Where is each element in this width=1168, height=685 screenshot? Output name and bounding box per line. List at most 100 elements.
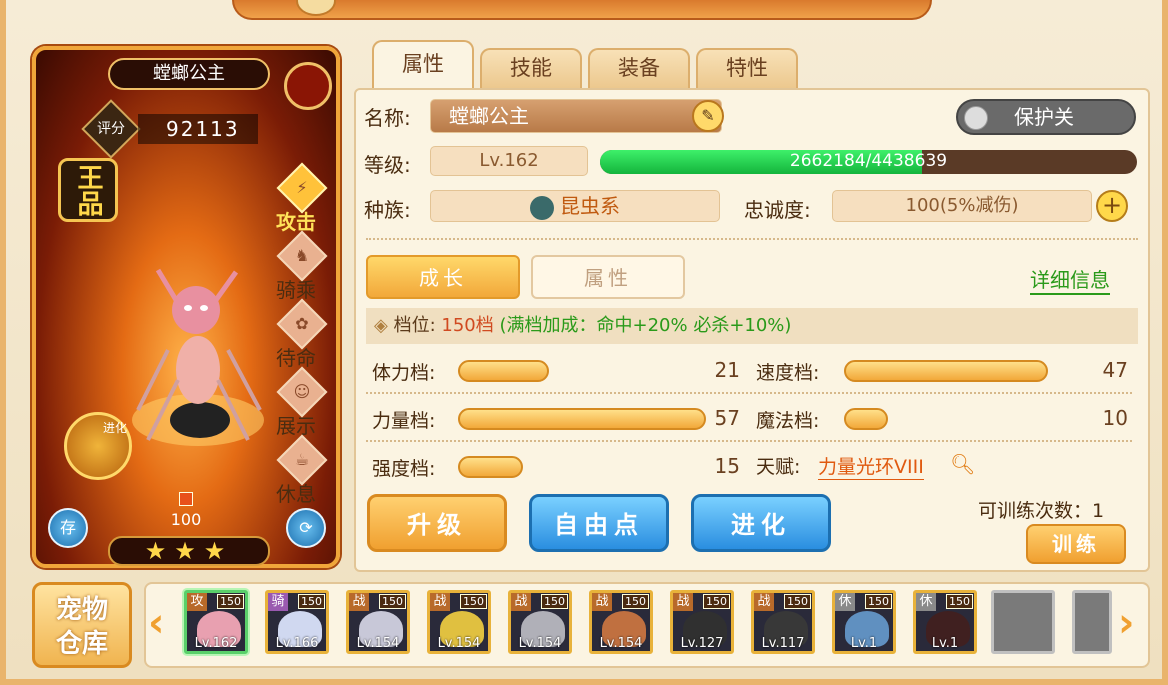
grade-line: ◈ 档位: 150档 (满档加成：命中+20% 必杀+10%)	[366, 308, 1138, 344]
pet-slot[interactable]: 骑 150 Lv.166	[265, 590, 329, 654]
evolve-button[interactable]: 进化	[691, 494, 831, 552]
pet-status-tag: 骑	[268, 593, 288, 611]
exp-text: 2662184/4438639	[789, 151, 948, 171]
tab-traits[interactable]: 特性	[696, 48, 798, 88]
pet-status-tag: 战	[349, 593, 369, 611]
free-points-button[interactable]: 自由点	[529, 494, 669, 552]
name-label: 名称:	[364, 106, 411, 130]
side-action-label: 展示	[276, 414, 316, 438]
side-action-display[interactable]: ☺ 展示	[276, 366, 328, 438]
stat-value: 47	[1102, 358, 1128, 382]
pet-grade-num: 150	[298, 594, 325, 609]
evolve-badge[interactable]: 进化	[64, 412, 132, 480]
grade-bonus: (满档加成：命中+20% 必杀+10%)	[499, 315, 792, 336]
exp-bar: 2662184/4438639	[600, 150, 1137, 174]
stat-label: 力量档:	[372, 410, 436, 432]
pet-status-tag: 休	[835, 593, 855, 611]
insect-icon	[530, 195, 554, 220]
side-action-label: 骑乘	[276, 278, 316, 302]
grade-prefix: 档位:	[393, 315, 436, 336]
pet-slot[interactable]: 攻 150 Lv.162	[184, 590, 248, 654]
upgrade-button[interactable]: 升级	[367, 494, 507, 552]
empty-slot[interactable]	[1072, 590, 1112, 654]
divider	[366, 238, 1138, 240]
pet-status-tag: 攻	[187, 593, 207, 611]
pet-grade-num: 150	[541, 594, 568, 609]
pet-slot[interactable]: 休 150 Lv.1	[832, 590, 896, 654]
stat-label: 速度档:	[756, 362, 820, 384]
swap-button[interactable]: ⟳	[286, 508, 326, 548]
pencil-icon: ✎	[701, 106, 715, 125]
pet-level: Lv.1	[850, 636, 878, 651]
side-action-standby[interactable]: ✿ 待命	[276, 298, 328, 370]
name-field[interactable]: 螳螂公主	[430, 99, 722, 133]
tab-skills[interactable]: 技能	[480, 48, 582, 88]
empty-slot[interactable]	[991, 590, 1055, 654]
pet-slot[interactable]: 战 150 Lv.154	[589, 590, 653, 654]
score-label: 评分	[97, 121, 125, 137]
pet-grade-num: 150	[622, 594, 649, 609]
loyalty-field: 100(5%减伤)	[832, 190, 1092, 222]
pet-grade-num: 150	[703, 594, 730, 609]
stat-bar	[458, 456, 523, 478]
stat-bar	[458, 408, 706, 430]
top-gem-icon	[296, 0, 336, 16]
subtab-attr[interactable]: 属性	[531, 255, 685, 299]
side-action-ride[interactable]: ♞ 骑乘	[276, 230, 328, 302]
stat-bar	[458, 360, 549, 382]
stat-label: 体力档:	[372, 362, 436, 384]
pet-card: 螳螂公主 评分 92113 王品 ⚡ 攻击 ♞ 骑乘 ✿ 待命 ☺ 展示 ☕ 休息 进化 100 …	[32, 46, 340, 568]
pet-level: Lv.162	[194, 636, 238, 651]
protect-toggle[interactable]: 保护关	[956, 99, 1136, 135]
level-label: 等级:	[364, 153, 411, 177]
side-action-attack[interactable]: ⚡ 攻击	[276, 162, 328, 234]
star-icon: ★	[174, 537, 204, 565]
store-label: 存	[59, 518, 76, 537]
pet-slot[interactable]: 战 150 Lv.127	[670, 590, 734, 654]
detail-info-link[interactable]: 详细信息	[1030, 264, 1110, 295]
pet-status-tag: 休	[916, 593, 936, 611]
pet-slot[interactable]: 战 150 Lv.154	[346, 590, 410, 654]
pet-slot[interactable]: 战 150 Lv.154	[508, 590, 572, 654]
grade-badge: 王品	[58, 158, 118, 222]
pet-level: Lv.154	[599, 636, 643, 651]
pet-status-tag: 战	[592, 593, 612, 611]
race-value: 昆虫系	[560, 194, 620, 218]
loyalty-plus-button[interactable]: +	[1096, 190, 1128, 222]
pet-grade-num: 150	[865, 594, 892, 609]
pet-grade-num: 150	[460, 594, 487, 609]
pet-slot[interactable]: 战 150 Lv.117	[751, 590, 815, 654]
grade-diamond-icon: ◈	[374, 315, 388, 336]
storage-label-1: 宠物	[55, 595, 108, 625]
tab-equipment[interactable]: 装备	[588, 48, 690, 88]
talent-value[interactable]: 力量光环VIII	[818, 452, 924, 480]
magnifier-icon[interactable]: 🔍︎	[950, 452, 975, 476]
train-button[interactable]: 训练	[1026, 524, 1126, 564]
level-value: Lv.162	[430, 146, 588, 176]
rename-button[interactable]: ✎	[692, 100, 724, 132]
side-action-rest[interactable]: ☕ 休息	[276, 434, 328, 506]
side-action-label: 休息	[276, 482, 316, 506]
grade-value: 150档	[441, 315, 494, 336]
pet-slot[interactable]: 休 150 Lv.1	[913, 590, 977, 654]
star-icon: ★	[203, 537, 234, 565]
pet-level: Lv.1	[931, 636, 959, 651]
talent-label: 天赋:	[756, 456, 801, 478]
chevron-left-icon[interactable]: ‹	[148, 600, 164, 646]
pet-storage-button[interactable]: 宠物 仓库	[32, 582, 132, 668]
pet-name-plate: 螳螂公主	[108, 58, 270, 90]
score-value: 92113	[138, 114, 258, 144]
subtab-growth[interactable]: 成长	[366, 255, 520, 299]
store-button[interactable]: 存	[48, 508, 88, 548]
pet-slot[interactable]: 战 150 Lv.154	[427, 590, 491, 654]
pet-level: Lv.154	[437, 636, 481, 651]
stat-label: 强度档:	[372, 458, 436, 480]
tab-attributes[interactable]: 属性	[372, 40, 474, 88]
divider	[366, 440, 1132, 442]
pet-level: Lv.154	[356, 636, 400, 651]
loyalty-label: 忠诚度:	[744, 198, 811, 222]
pet-level: Lv.154	[518, 636, 562, 651]
chevron-right-icon[interactable]: ›	[1118, 600, 1134, 646]
evolve-label: 进化	[102, 421, 127, 435]
side-action-label: 待命	[276, 346, 316, 370]
